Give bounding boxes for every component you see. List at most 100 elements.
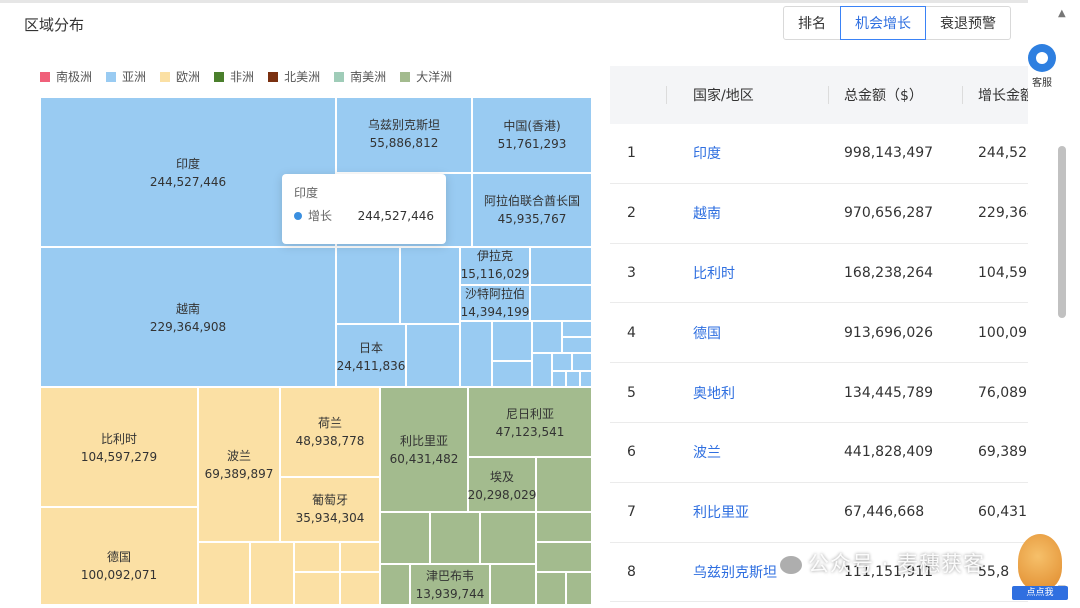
- treemap-cell[interactable]: [468, 387, 592, 457]
- mascot-icon[interactable]: [1018, 534, 1062, 590]
- treemap-cell[interactable]: [294, 542, 340, 572]
- row-rank: 4: [627, 324, 636, 341]
- legend-item[interactable]: 北美洲: [268, 68, 320, 85]
- tab-ranking[interactable]: 排名: [783, 6, 841, 40]
- treemap-cell[interactable]: [336, 97, 472, 173]
- row-country-link[interactable]: 印度: [693, 143, 721, 163]
- treemap-cell[interactable]: [552, 371, 566, 387]
- wechat-icon: [780, 556, 802, 574]
- legend-label: 欧洲: [176, 70, 201, 84]
- treemap-cell[interactable]: [468, 457, 536, 512]
- treemap-cell[interactable]: [472, 173, 592, 247]
- treemap-cell[interactable]: [336, 324, 406, 387]
- row-country-link[interactable]: 比利时: [693, 263, 735, 283]
- tooltip-series-name: 增长: [308, 209, 333, 223]
- treemap-cell[interactable]: [490, 564, 536, 605]
- treemap-cell[interactable]: [430, 512, 480, 564]
- treemap-cell[interactable]: [472, 97, 592, 173]
- treemap-cell[interactable]: [280, 477, 380, 542]
- table-row: 1 印度 998,143,497 244,527,446: [610, 124, 1028, 184]
- treemap-cell[interactable]: [562, 321, 592, 337]
- legend-swatch: [334, 71, 345, 82]
- legend-label: 非洲: [230, 70, 255, 84]
- customer-service-label: 客服: [1032, 78, 1052, 89]
- legend-label: 南极洲: [56, 70, 93, 84]
- treemap-cell[interactable]: [280, 387, 380, 477]
- row-country-link[interactable]: 波兰: [693, 442, 721, 462]
- header-country: 国家/地区: [693, 88, 754, 104]
- scroll-up-arrow-icon[interactable]: ▲: [1058, 8, 1066, 19]
- table-row: 3 比利时 168,238,264 104,597,279: [610, 244, 1028, 304]
- treemap-cell[interactable]: [40, 247, 336, 387]
- treemap-cell[interactable]: [380, 387, 468, 512]
- legend-item[interactable]: 非洲: [214, 68, 254, 85]
- row-growth: 60,431,482: [978, 504, 1028, 521]
- treemap-cell[interactable]: [562, 337, 592, 353]
- treemap-cell[interactable]: [530, 285, 592, 321]
- row-country-link[interactable]: 德国: [693, 323, 721, 343]
- customer-service-button[interactable]: 客服: [1026, 44, 1058, 89]
- treemap-cell[interactable]: [532, 353, 552, 387]
- legend-item[interactable]: 南极洲: [40, 68, 92, 85]
- treemap-cell[interactable]: [480, 512, 536, 564]
- tab-opportunity-growth[interactable]: 机会增长: [840, 6, 926, 40]
- treemap-cell[interactable]: [198, 542, 250, 605]
- treemap-cell[interactable]: [400, 247, 460, 324]
- tab-decline-warning[interactable]: 衰退预警: [925, 6, 1011, 40]
- treemap-cell[interactable]: [492, 321, 532, 361]
- treemap-cell[interactable]: [380, 512, 430, 564]
- scrollbar-track[interactable]: [1028, 0, 1080, 608]
- scrollbar-thumb[interactable]: [1058, 146, 1066, 318]
- legend-label: 北美洲: [284, 70, 321, 84]
- treemap-cell[interactable]: [552, 353, 572, 371]
- treemap-cell[interactable]: [460, 321, 492, 387]
- watermark-text: 公众号 · 麦穗获客: [808, 552, 986, 576]
- row-total: 168,238,264: [844, 264, 934, 281]
- treemap-cell[interactable]: [566, 572, 592, 605]
- treemap-cell[interactable]: [340, 542, 380, 572]
- treemap-cell[interactable]: [532, 321, 562, 353]
- row-country-link[interactable]: 越南: [693, 203, 721, 223]
- legend-item[interactable]: 大洋洲: [400, 68, 452, 85]
- row-rank: 1: [627, 145, 636, 162]
- treemap-cell[interactable]: [536, 457, 592, 512]
- treemap-cell[interactable]: [580, 371, 592, 387]
- treemap-cell[interactable]: [198, 387, 280, 542]
- treemap-cell[interactable]: [566, 371, 580, 387]
- treemap-cell[interactable]: [340, 572, 380, 605]
- table-row: 7 利比里亚 67,446,668 60,431,482: [610, 483, 1028, 543]
- treemap-cell[interactable]: [460, 247, 530, 285]
- treemap-cell[interactable]: [336, 247, 400, 324]
- row-country-link[interactable]: 乌兹别克斯坦: [693, 562, 777, 582]
- treemap-cell[interactable]: [536, 572, 566, 605]
- row-country-link[interactable]: 奥地利: [693, 383, 735, 403]
- row-rank: 2: [627, 205, 636, 222]
- treemap-cell[interactable]: [536, 512, 592, 542]
- treemap-cell[interactable]: [380, 564, 410, 605]
- treemap-cell[interactable]: [410, 564, 490, 605]
- legend-item[interactable]: 南美洲: [334, 68, 386, 85]
- treemap-cell[interactable]: [572, 353, 592, 371]
- treemap-cell[interactable]: [492, 361, 532, 387]
- mascot-click-button[interactable]: 点点我: [1012, 586, 1068, 600]
- legend-swatch: [160, 71, 171, 82]
- legend-item[interactable]: 欧洲: [160, 68, 200, 85]
- treemap-cell[interactable]: [40, 387, 198, 507]
- table-row: 4 德国 913,696,026 100,092,071: [610, 303, 1028, 364]
- table-header: 国家/地区 总金额（$） 增长金额: [610, 66, 1028, 124]
- row-country-link[interactable]: 利比里亚: [693, 502, 749, 522]
- treemap-cell[interactable]: [530, 247, 592, 285]
- treemap-cell[interactable]: [294, 572, 340, 605]
- row-total: 67,446,668: [844, 504, 925, 521]
- treemap-cell[interactable]: [536, 542, 592, 572]
- table-row: 6 波兰 441,828,409 69,389,897: [610, 423, 1028, 483]
- tooltip-value: 244,527,446: [357, 208, 434, 223]
- chart-tooltip: 印度 增长 244,527,446: [282, 174, 446, 244]
- treemap-cell[interactable]: [460, 285, 530, 321]
- legend-item[interactable]: 亚洲: [106, 68, 146, 85]
- header-separator: [962, 86, 963, 104]
- treemap-cell[interactable]: [406, 324, 460, 387]
- treemap-cell[interactable]: [40, 507, 198, 605]
- legend-swatch: [106, 71, 117, 82]
- treemap-cell[interactable]: [250, 542, 294, 605]
